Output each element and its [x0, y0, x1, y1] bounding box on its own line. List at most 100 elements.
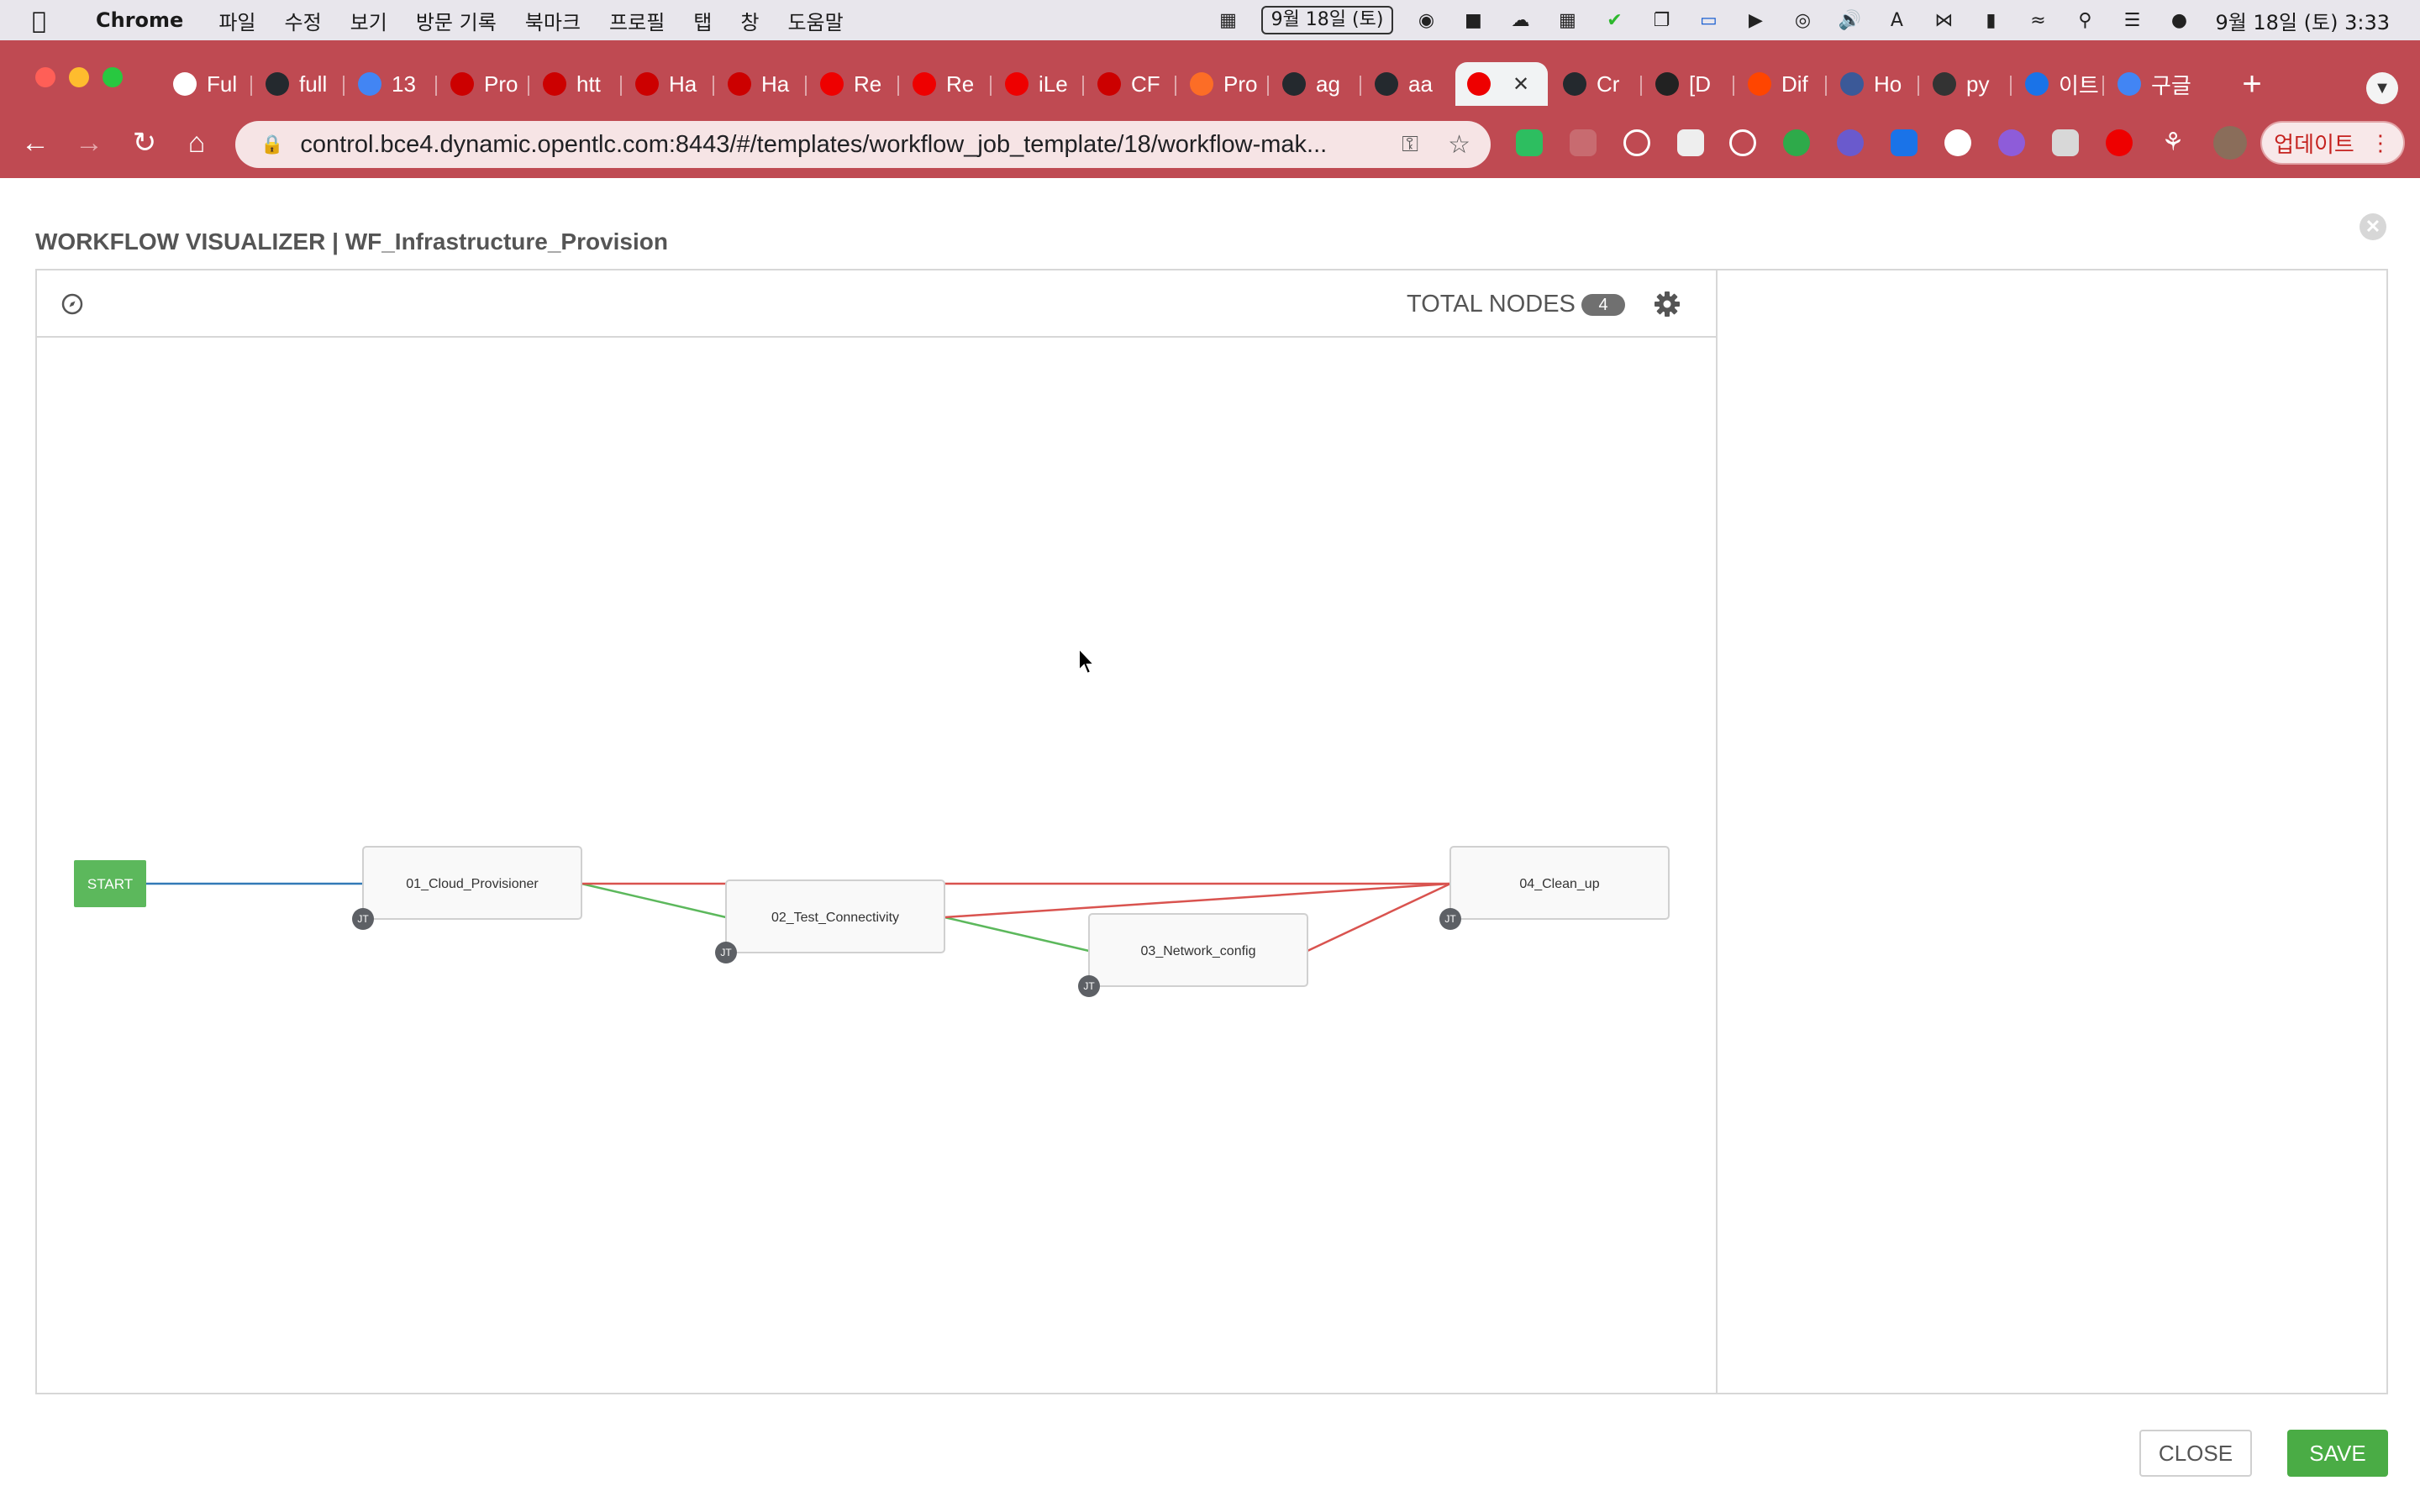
browser-tab[interactable]: Re [808, 62, 897, 106]
browser-tab[interactable]: CF [1086, 62, 1175, 106]
browser-tab[interactable]: Cr [1551, 62, 1640, 106]
more-menu-icon[interactable]: ⋮ [2370, 130, 2391, 156]
recycle-extension-icon[interactable] [1570, 129, 1597, 156]
save-button[interactable]: SAVE [2287, 1430, 2388, 1477]
compass-icon[interactable] [60, 292, 84, 316]
close-button[interactable]: CLOSE [2139, 1430, 2252, 1477]
control-center-icon[interactable]: ☰ [2118, 8, 2146, 33]
menu-tab[interactable]: 탭 [693, 6, 712, 35]
workflow-node-test-connectivity[interactable]: 02_Test_Connectivity JT [715, 879, 945, 963]
menu-window[interactable]: 창 [740, 6, 759, 35]
cloud-icon[interactable]: ☁ [1506, 8, 1534, 33]
spotlight-search-icon[interactable]: ⚲ [2070, 8, 2099, 33]
menu-view[interactable]: 보기 [350, 6, 387, 35]
workflow-edge-test-connectivity-to-network-config[interactable] [944, 916, 1090, 953]
browser-tab[interactable]: Pro [1178, 62, 1267, 106]
browser-tab[interactable]: Dif [1736, 62, 1825, 106]
play-icon[interactable]: ▶ [1741, 8, 1770, 33]
browser-tab[interactable]: py [1921, 62, 2010, 106]
window-minimize-button[interactable] [69, 67, 89, 87]
new-tab-button[interactable]: + [2235, 67, 2269, 101]
dictionary-icon[interactable]: ▦ [1214, 8, 1243, 33]
close-tab-icon[interactable]: ✕ [1512, 72, 1529, 97]
browser-tab[interactable]: 13 [346, 62, 435, 106]
grid-app-icon[interactable]: ▦ [1553, 8, 1581, 33]
menu-help[interactable]: 도움말 [787, 6, 843, 35]
apple-menu-icon[interactable]:  [32, 7, 67, 34]
workflow-edge-cloud-provisioner-to-test-connectivity[interactable] [581, 882, 727, 919]
avatar[interactable] [2213, 126, 2247, 160]
address-bar[interactable]: 🔒 control.bce4.dynamic.opentlc.com:8443/… [235, 121, 1491, 168]
browser-tab-label: Ful [207, 71, 238, 97]
key-icon[interactable]: ⚿ [1402, 131, 1418, 158]
slash-extension-icon[interactable] [2052, 129, 2079, 156]
browser-tab[interactable]: Pro [439, 62, 528, 106]
bartender-icon[interactable]: ■ [1459, 8, 1487, 33]
home-icon[interactable]: ⌂ [176, 123, 217, 163]
workflow-edge-network-config-to-clean-up[interactable] [1307, 882, 1451, 953]
app-menu-chrome[interactable]: Chrome [96, 8, 183, 32]
evernote-extension-icon[interactable] [1516, 129, 1543, 156]
window-zoom-button[interactable] [103, 67, 123, 87]
tab-search-menu-icon[interactable]: ▼ [2366, 72, 2398, 104]
browser-tab[interactable]: Ful [161, 62, 250, 106]
react-devtools-extension-icon[interactable] [1623, 129, 1650, 156]
dots-extension-icon[interactable] [1944, 129, 1971, 156]
browser-tab[interactable]: ✕ [1455, 62, 1548, 106]
tool-extension-icon[interactable] [1677, 129, 1704, 156]
lock-icon[interactable]: 🔒 [260, 134, 283, 155]
screen-icon[interactable]: ▭ [1694, 8, 1723, 33]
menu-history[interactable]: 방문 기록 [416, 6, 497, 35]
airdrop-icon[interactable]: ◎ [1788, 8, 1817, 33]
browser-tab[interactable]: [D [1644, 62, 1733, 106]
workflow-edge-test-connectivity-to-clean-up[interactable] [944, 882, 1451, 919]
bookmark-star-icon[interactable]: ☆ [1448, 130, 1470, 160]
menu-file[interactable]: 파일 [218, 6, 255, 35]
battery-icon[interactable]: ▮ [1976, 8, 2005, 33]
redhat-extension-icon[interactable] [2106, 129, 2133, 156]
clock[interactable]: 9월 18일 (토) 3:33 [2215, 6, 2390, 35]
browser-tab[interactable]: htt [531, 62, 620, 106]
browser-tab[interactable]: full [254, 62, 343, 106]
update-chrome-button[interactable]: 업데이트 ⋮ [2260, 121, 2405, 165]
menu-profile[interactable]: 프로필 [609, 6, 665, 35]
back-icon[interactable]: ← [15, 123, 55, 163]
wifi-icon[interactable]: ≈ [2023, 8, 2052, 33]
window-icon[interactable]: ❐ [1647, 8, 1676, 33]
target-extension-icon[interactable] [1729, 129, 1756, 156]
browser-tab[interactable]: Ha [623, 62, 713, 106]
reload-icon[interactable]: ↻ [124, 123, 165, 163]
workflow-node-clean-up[interactable]: 04_Clean_up JT [1439, 846, 1670, 930]
gradient-extension-icon[interactable] [1998, 129, 2025, 156]
browser-tab[interactable]: iLe [993, 62, 1082, 106]
check-badge-icon[interactable]: ✔ [1600, 8, 1628, 33]
date-badge[interactable]: 9월 18일 (토) [1260, 6, 1394, 34]
window-close-button[interactable] [35, 67, 55, 87]
volume-icon[interactable]: 🔊 [1835, 8, 1864, 33]
workflow-node-network-config[interactable]: 03_Network_config JT [1078, 913, 1308, 997]
menu-edit[interactable]: 수정 [284, 6, 321, 35]
siri-icon[interactable]: ● [2165, 8, 2193, 33]
close-icon[interactable]: ✕ [2360, 213, 2386, 240]
browser-tab[interactable]: Re [901, 62, 990, 106]
browser-tab[interactable]: 이트 [2013, 62, 2102, 106]
menu-bookmarks[interactable]: 북마크 [525, 6, 581, 35]
extensions-puzzle-icon[interactable]: ⚘ [2160, 129, 2186, 156]
gear-icon[interactable] [1652, 289, 1682, 319]
calendar-extension-icon[interactable] [1891, 129, 1918, 156]
input-source-icon[interactable]: A [1882, 8, 1911, 33]
tab-separator [620, 76, 622, 96]
browser-tab[interactable]: ag [1270, 62, 1360, 106]
workflow-node-cloud-provisioner[interactable]: 01_Cloud_Provisioner JT [352, 846, 582, 930]
browser-tab[interactable]: 구글 [2106, 62, 2195, 106]
bluetooth-icon[interactable]: ⋈ [1929, 8, 1958, 33]
address-bar-url[interactable]: control.bce4.dynamic.opentlc.com:8443/#/… [300, 131, 1392, 159]
forward-icon[interactable]: → [69, 123, 109, 163]
browser-tab[interactable]: Ho [1828, 62, 1918, 106]
chat-notification-icon[interactable]: ◉ [1412, 8, 1440, 33]
ws-extension-icon[interactable] [1837, 129, 1864, 156]
start-node[interactable]: START [74, 860, 146, 907]
browser-tab[interactable]: aa [1363, 62, 1452, 106]
id-extension-icon[interactable] [1783, 129, 1810, 156]
browser-tab[interactable]: Ha [716, 62, 805, 106]
